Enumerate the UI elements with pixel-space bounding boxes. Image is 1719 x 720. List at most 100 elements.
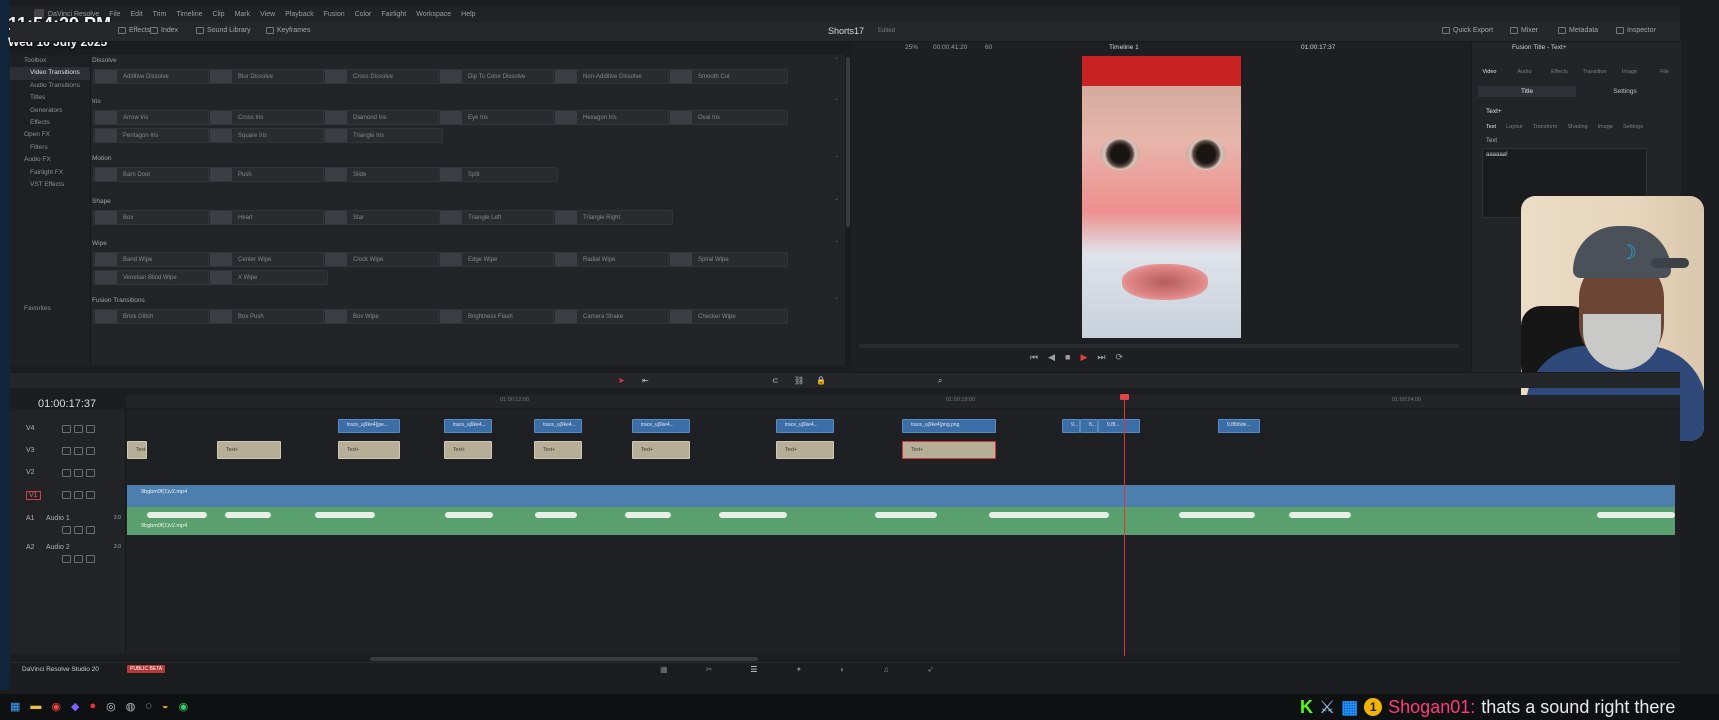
viewer-scrubber[interactable] [859, 344, 1459, 348]
effects-section-header[interactable]: Dissolve [92, 57, 117, 64]
image-clip[interactable]: trace_uj9ke4(jpe... [338, 419, 400, 433]
transition-item[interactable]: Dip To Color Dissolve [438, 69, 558, 84]
transition-item[interactable]: Triangle Iris [323, 128, 443, 143]
transition-item[interactable]: Non-Additive Dissolve [553, 69, 673, 84]
image-clip[interactable]: 9.f8b6de... [1218, 419, 1260, 433]
image-clip[interactable]: trace_uj9ke4... [776, 419, 834, 433]
timeline-ruler[interactable]: 01:00:12:00 01:00:18:00 01:00:24:00 [126, 395, 1680, 409]
transition-item[interactable]: Brightness Flash [438, 309, 558, 324]
transition-item[interactable]: Additive Dissolve [93, 69, 213, 84]
folder-icon[interactable]: ▬ [30, 700, 41, 713]
lock-button[interactable] [62, 469, 71, 477]
transition-item[interactable]: Smooth Cut [668, 69, 788, 84]
menu-item[interactable]: Mark [235, 11, 251, 18]
deliver-page-icon[interactable]: ➶ [927, 665, 934, 674]
text-plus-section[interactable]: Text+ [1486, 108, 1502, 115]
image-clip[interactable]: 8... [1080, 419, 1098, 433]
lock-button[interactable] [62, 491, 71, 499]
video-clip[interactable]: 9bgbm0f(1)v2.mp4 [127, 485, 1675, 507]
collapse-icon[interactable]: ⌃ [834, 198, 839, 205]
image-clip[interactable]: trace_uj9ke4... [444, 419, 492, 433]
effects-section-header[interactable]: Wipe [92, 240, 107, 247]
inspector-button[interactable]: Inspector [1616, 27, 1656, 34]
trim-tool-icon[interactable]: ⇤ [642, 376, 649, 385]
fusion-page-icon[interactable]: ✦ [795, 665, 802, 674]
menu-item[interactable]: Clip [213, 11, 225, 18]
audio-clip[interactable]: 9bgbm0f(1)v2.mp4 [127, 507, 1675, 535]
solo-button[interactable] [74, 526, 83, 534]
transition-item[interactable]: Venetian Blind Wipe [93, 270, 213, 285]
index-button[interactable]: Index [150, 27, 178, 34]
collapse-icon[interactable]: ⌃ [834, 240, 839, 247]
color-page-icon[interactable]: ◐ [840, 665, 845, 674]
play-icon[interactable]: ▶ [1080, 352, 1087, 363]
timeline-scrollbar[interactable] [370, 657, 758, 661]
app-icon[interactable]: ● [89, 700, 96, 713]
metadata-button[interactable]: Metadata [1558, 27, 1598, 34]
subtab-layout[interactable]: Layout [1506, 124, 1523, 130]
menu-item[interactable]: Edit [131, 11, 143, 18]
tab-settings[interactable]: Settings [1576, 86, 1674, 97]
effects-button[interactable]: Effects [118, 27, 150, 34]
auto-select-button[interactable] [74, 469, 83, 477]
app-icon[interactable]: ◎ [106, 700, 116, 713]
collapse-icon[interactable]: ⌃ [834, 297, 839, 304]
subtab-shading[interactable]: Shading [1567, 124, 1587, 130]
playhead-handle[interactable] [1120, 394, 1129, 400]
transition-item[interactable]: Square Iris [208, 128, 328, 143]
transition-item[interactable]: Box Push [208, 309, 328, 324]
title-clip[interactable]: Text+ [632, 441, 690, 459]
transition-item[interactable]: Barn Door [93, 167, 213, 182]
edit-page-icon[interactable]: ☰ [750, 665, 757, 674]
sidebar-item[interactable]: Audio FX [10, 154, 90, 166]
transition-item[interactable]: Checker Wipe [668, 309, 788, 324]
tab-video[interactable]: Video [1472, 56, 1507, 80]
transition-item[interactable]: Pentagon Iris [93, 128, 213, 143]
collapse-icon[interactable]: ⌃ [834, 155, 839, 162]
tab-title[interactable]: Title [1478, 86, 1576, 97]
sidebar-item[interactable]: Audio Transitions [10, 80, 90, 92]
track-header-v3[interactable]: V3 [10, 445, 126, 465]
menu-item[interactable]: Workspace [416, 11, 451, 18]
quick-export-button[interactable]: Quick Export [1442, 27, 1493, 34]
title-clip[interactable]: Text+ [534, 441, 582, 459]
image-clip[interactable]: trace_uj9ke4... [534, 419, 582, 433]
mixer-button[interactable]: Mixer [1510, 27, 1538, 34]
linked-selection-icon[interactable]: ⛓ [794, 376, 804, 385]
transition-item[interactable]: Arrow Iris [93, 110, 213, 125]
arm-button[interactable] [86, 526, 95, 534]
subtab-transform[interactable]: Transform [1533, 124, 1558, 130]
transition-item[interactable]: Triangle Left [438, 210, 558, 225]
transition-item[interactable]: Blur Dissolve [208, 69, 328, 84]
tab-transition[interactable]: Transition [1577, 56, 1612, 80]
transition-item[interactable]: Box [93, 210, 213, 225]
image-clip[interactable]: 9.f8... [1098, 419, 1140, 433]
subtab-text[interactable]: Text [1486, 124, 1496, 130]
transition-item[interactable]: Split [438, 167, 558, 182]
app-icon[interactable]: ◒ [162, 700, 169, 713]
menu-item[interactable]: Help [461, 11, 475, 18]
image-clip[interactable]: trace_uj9ke4... [632, 419, 690, 433]
skip-end-icon[interactable]: ⏭ [1097, 352, 1105, 363]
keyframes-button[interactable]: Keyframes [266, 27, 310, 34]
arm-button[interactable] [86, 555, 95, 563]
sidebar-item[interactable]: Open FX [10, 129, 90, 141]
menu-item[interactable]: Playback [285, 11, 313, 18]
image-clip[interactable]: trace_uj9ke4(png.png [902, 419, 996, 433]
sidebar-item[interactable]: Titles [10, 92, 90, 104]
toggle-button[interactable] [86, 447, 95, 455]
toggle-button[interactable] [86, 491, 95, 499]
transition-item[interactable]: Push [208, 167, 328, 182]
lock-button[interactable] [62, 447, 71, 455]
lock-icon[interactable]: 🔒 [816, 376, 826, 385]
mute-button[interactable] [62, 555, 71, 563]
tab-effects[interactable]: Effects [1542, 56, 1577, 80]
effects-section-header[interactable]: Motion [92, 155, 112, 162]
tab-file[interactable]: File [1647, 56, 1682, 80]
transition-item[interactable]: Edge Wipe [438, 252, 558, 267]
browser-icon[interactable]: ◉ [51, 700, 61, 713]
reverse-icon[interactable]: ◀ [1048, 352, 1055, 363]
transition-item[interactable]: Slide [323, 167, 443, 182]
track-header-v2[interactable]: V2 [10, 467, 126, 487]
playhead[interactable] [1120, 394, 1129, 656]
